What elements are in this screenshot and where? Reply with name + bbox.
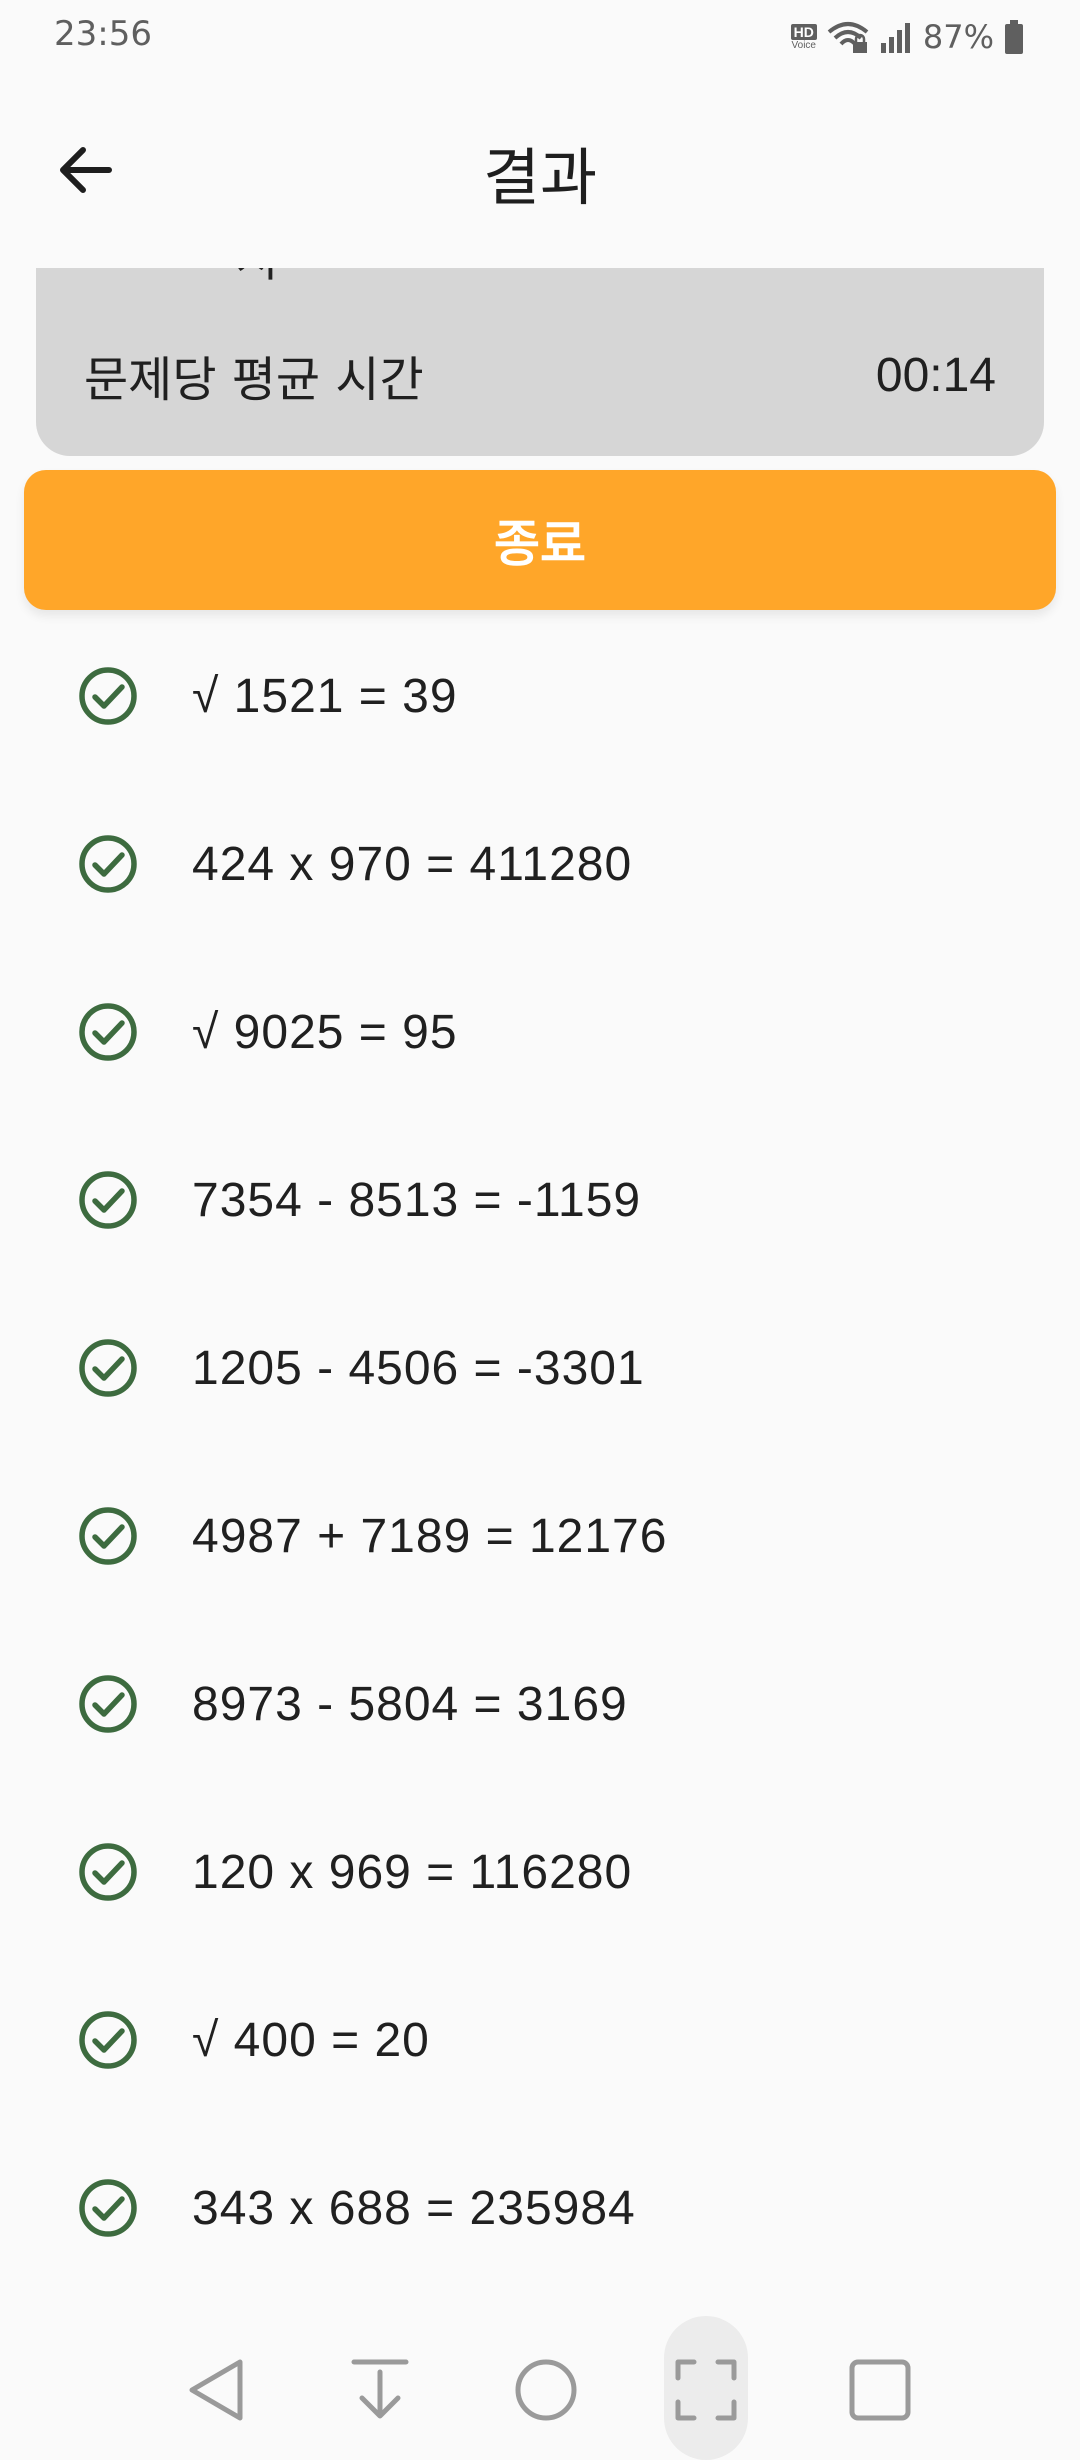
result-equation: √ 9025 = 95 (192, 1005, 458, 1059)
app-bar: 결과 (0, 75, 1080, 255)
results-list: √ 1521 = 39 424 x 970 = 411280 √ 9025 = 95… (0, 612, 1080, 2292)
summary-partial-row: 시간 (236, 268, 316, 282)
result-item: 424 x 970 = 411280 (0, 780, 1080, 948)
recents-square-icon (849, 2359, 911, 2421)
result-equation: 1205 - 4506 = -3301 (192, 1341, 645, 1395)
check-circle-icon (79, 835, 137, 893)
result-equation: √ 400 = 20 (192, 2013, 430, 2067)
check-circle-icon (79, 1339, 137, 1397)
avg-time-label: 문제당 평균 시간 (84, 352, 424, 408)
hd-voice-icon: HD Voice (790, 23, 817, 51)
check-circle-icon (79, 2179, 137, 2237)
result-item: √ 1521 = 39 (0, 612, 1080, 780)
result-item: 4987 + 7189 = 12176 (0, 1452, 1080, 1620)
check-circle-icon (79, 667, 137, 725)
home-circle-icon (515, 2359, 577, 2421)
result-equation: 343 x 688 = 235984 (192, 2181, 636, 2235)
result-equation: 120 x 969 = 116280 (192, 1845, 633, 1899)
avg-time-value: 00:14 (875, 348, 996, 402)
system-nav-bar (0, 2310, 1080, 2460)
result-equation: 7354 - 8513 = -1159 (192, 1173, 642, 1227)
result-item: 120 x 969 = 116280 (0, 1788, 1080, 1956)
signal-icon (880, 23, 910, 53)
screenshot-frame-icon (675, 2359, 737, 2421)
download-arrow-icon (351, 2359, 409, 2419)
nav-home-button[interactable] (506, 2350, 586, 2430)
nav-download-button[interactable] (340, 2350, 420, 2430)
nav-recents-button[interactable] (840, 2350, 920, 2430)
result-item: 343 x 688 = 235984 (0, 2124, 1080, 2292)
voice-label: Voice (791, 39, 816, 51)
wifi-icon (827, 22, 869, 53)
status-icons: HD Voice 87% (790, 16, 1024, 58)
summary-card: 시간 문제당 평균 시간 00:14 (36, 268, 1044, 456)
status-time: 23:56 (54, 14, 152, 54)
result-item: √ 400 = 20 (0, 1956, 1080, 2124)
summary-partial-text: 시간 (236, 268, 316, 282)
battery-percent: 87% (922, 18, 994, 56)
check-circle-icon (79, 1843, 137, 1901)
check-circle-icon (79, 1003, 137, 1061)
end-button[interactable]: 종료 (24, 470, 1056, 610)
nav-back-button[interactable] (176, 2350, 256, 2430)
check-circle-icon (79, 2011, 137, 2069)
result-item: √ 9025 = 95 (0, 948, 1080, 1116)
result-equation: 8973 - 5804 = 3169 (192, 1677, 628, 1731)
check-circle-icon (79, 1171, 137, 1229)
page-title: 결과 (482, 141, 598, 214)
result-equation: 424 x 970 = 411280 (192, 837, 633, 891)
result-item: 8973 - 5804 = 3169 (0, 1620, 1080, 1788)
nav-screenshot-button[interactable] (666, 2350, 746, 2430)
hd-label: HD (790, 23, 817, 40)
battery-icon (1005, 20, 1023, 54)
result-item: 1205 - 4506 = -3301 (0, 1284, 1080, 1452)
result-item: 7354 - 8513 = -1159 (0, 1116, 1080, 1284)
back-triangle-icon (189, 2359, 243, 2421)
avg-time-row: 문제당 평균 시간 00:14 (84, 340, 996, 410)
result-equation: √ 1521 = 39 (192, 669, 458, 723)
check-circle-icon (79, 1507, 137, 1565)
check-circle-icon (79, 1675, 137, 1733)
result-equation: 4987 + 7189 = 12176 (192, 1509, 668, 1563)
status-bar: 23:56 HD Voice 87% (0, 0, 1080, 75)
